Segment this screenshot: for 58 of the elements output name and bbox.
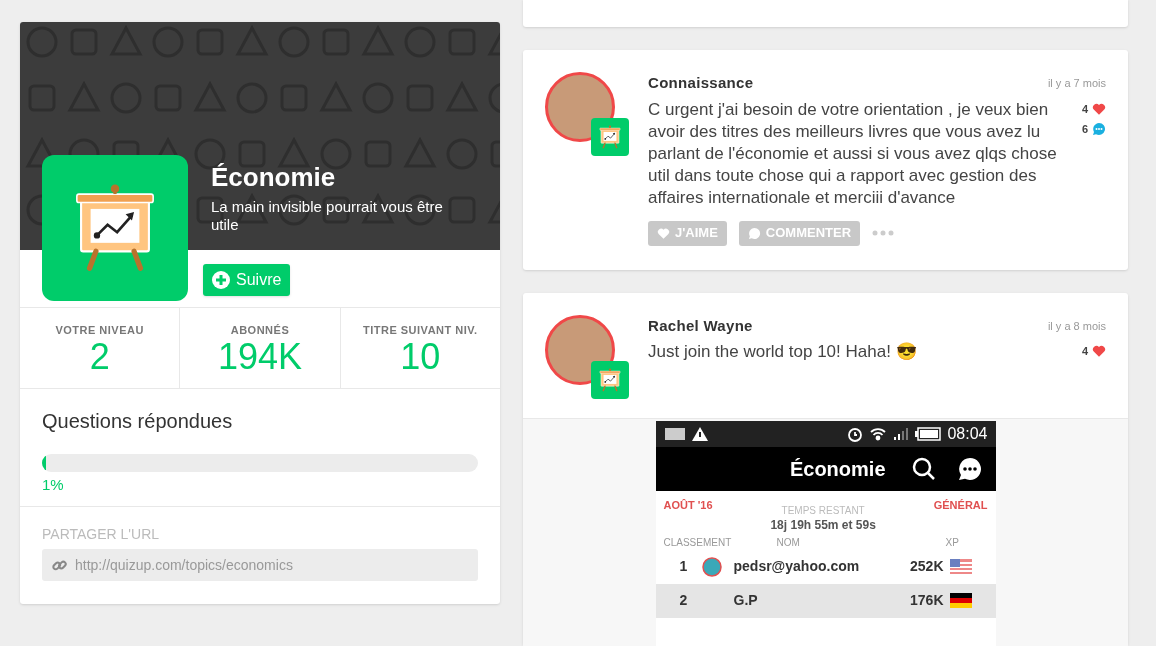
- player-name: G.P: [733, 591, 759, 610]
- stat-label: VOTRE NIVEAU: [55, 324, 144, 337]
- author-name[interactable]: Connaissance: [648, 72, 754, 95]
- column-header: XP: [945, 535, 960, 550]
- column-header: CLASSEMENT: [663, 535, 733, 550]
- flag-icon: [949, 593, 972, 608]
- image-icon: [663, 426, 686, 441]
- post-text: Just join the world top 10! Haha! 😎: [648, 341, 918, 363]
- topic-title: Économie: [211, 162, 337, 192]
- comment-icon: [747, 226, 761, 240]
- flag-icon: [949, 559, 972, 574]
- previous-link[interactable]: AOÛT '16: [663, 496, 713, 513]
- wifi-icon: [869, 425, 888, 442]
- xp-value: 252K: [910, 557, 944, 576]
- like-count: 4: [1081, 344, 1088, 359]
- progress-reading: 1%: [42, 476, 65, 494]
- rank: 2: [679, 591, 689, 610]
- column-header: NOM: [776, 535, 801, 550]
- stat-label: TITRE SUIVANT NIV.: [362, 324, 478, 337]
- topic-logo-icon: [42, 155, 188, 301]
- share-label: PARTAGER L'URL: [42, 525, 161, 543]
- post-text: C urgent j'ai besoin de votre orientation , je veux bien avoir des titres des meilleurs livres que vous avez lu parlant de l'économie et aussi si vous avez qlqs chose util dans toute chose qui a rapport avec gestion des affaires internationale et merciii d'avance: [648, 98, 1058, 209]
- alarm-icon: [847, 425, 864, 442]
- chat-icon[interactable]: [957, 456, 982, 481]
- stat-value: 2: [89, 337, 110, 377]
- heart-icon: [1092, 101, 1106, 116]
- heart-icon: [1092, 344, 1106, 359]
- url-field[interactable]: http://quizup.com/topics/economics: [42, 549, 478, 581]
- stat-label: ABONNÉS: [230, 324, 290, 337]
- search-icon[interactable]: [911, 456, 936, 481]
- xp-value: 176K: [910, 591, 944, 610]
- status-time: 08:04: [947, 423, 988, 444]
- heart-icon: [657, 226, 670, 240]
- section-title: Questions répondues: [42, 409, 234, 433]
- plus-icon: [212, 271, 230, 289]
- post-time: il y a 8 mois: [1047, 318, 1106, 334]
- topic-badge-icon: [591, 118, 629, 156]
- remaining-time: 18j 19h 55m et 59s: [770, 516, 876, 533]
- author-name[interactable]: Rachel Wayne: [648, 314, 753, 337]
- signal-icon: [893, 426, 910, 441]
- comment-icon: [1092, 122, 1106, 137]
- leaderboard-row[interactable]: 2 G.P 176K: [655, 583, 996, 618]
- stat-value: 10: [400, 337, 441, 377]
- rank: 1: [679, 557, 689, 576]
- topic-badge-icon: [591, 360, 629, 399]
- remaining-label: TEMPS RESTANT: [781, 504, 865, 517]
- stat-value: 194K: [217, 337, 303, 377]
- follow-button[interactable]: Suivre: [203, 264, 291, 296]
- topic-subtitle: La main invisible pourrait vous être utile: [211, 198, 444, 234]
- post-time: il y a 7 mois: [1047, 76, 1106, 91]
- comment-count: 6: [1081, 122, 1088, 137]
- battery-icon: [915, 426, 942, 441]
- player-name: pedsr@yahoo.com: [733, 557, 861, 576]
- warning-icon: [691, 426, 708, 441]
- user-avatar-icon: [701, 556, 722, 577]
- app-title: Économie: [789, 456, 886, 482]
- like-count: 4: [1081, 101, 1088, 117]
- next-link[interactable]: GÉNÉRAL: [933, 496, 988, 513]
